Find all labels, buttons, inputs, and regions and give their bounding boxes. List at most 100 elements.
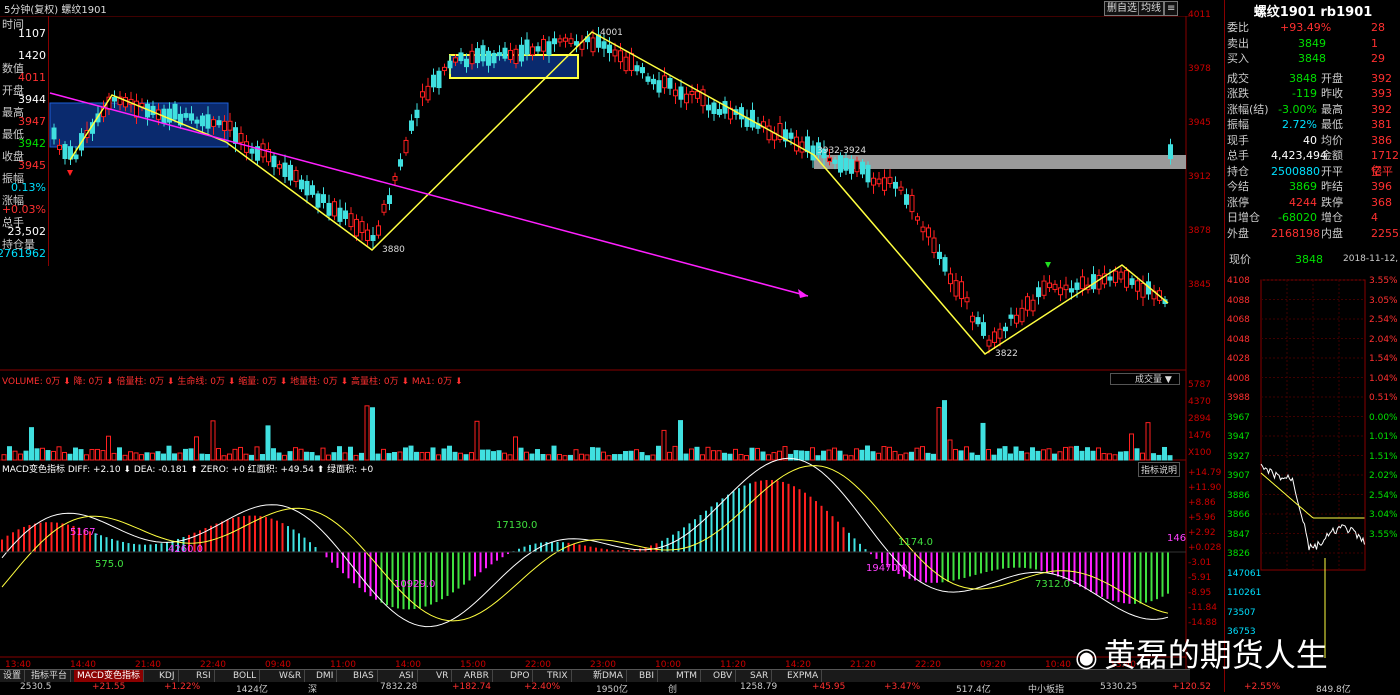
candle-body [513, 48, 519, 64]
volume-bar [1140, 452, 1145, 461]
indicator-tab[interactable]: RSI [193, 670, 215, 682]
indicator-tab[interactable]: 新DMA [590, 670, 627, 682]
volume-bar [188, 448, 194, 461]
volume-dropdown[interactable]: 成交量 ▼ [1110, 373, 1180, 385]
macd-diff-line [1, 457, 1169, 628]
volume-bar [320, 447, 326, 461]
volume-bar [194, 436, 199, 461]
candle-body [194, 119, 200, 124]
candle-body [563, 37, 568, 42]
status-item: +182.74 [452, 682, 492, 692]
volume-bar [359, 452, 364, 461]
candle-body [497, 52, 502, 57]
quote-value: -68020 [1278, 211, 1317, 224]
candle-body [442, 66, 447, 72]
indicator-tab[interactable]: BBI [636, 670, 659, 682]
mini-axis-left: 4008 [1227, 373, 1250, 384]
volume-bar [1024, 452, 1030, 461]
indicator-tab[interactable]: SAR [747, 670, 773, 682]
status-item: 5330.25 [1100, 682, 1138, 692]
candle-body [953, 280, 959, 297]
indicator-tab[interactable]: BIAS [350, 670, 378, 682]
volume-bar [238, 446, 243, 461]
indicator-tab[interactable]: ASI [396, 670, 418, 682]
candle-body [717, 109, 722, 115]
mini-axis-right: 3.05% [1369, 295, 1398, 306]
macd-area-label: 146 [1167, 533, 1186, 544]
indicator-tab[interactable]: ARBR [461, 670, 493, 682]
candle-body [722, 101, 728, 114]
mini-axis-left: 4048 [1227, 334, 1250, 345]
volume-bar [612, 454, 617, 461]
volume-dropdown-label: 成交量 [1135, 375, 1163, 385]
volume-bar [1052, 453, 1057, 461]
candle-body [211, 119, 216, 127]
candle-body [838, 155, 843, 173]
candle-body [986, 339, 992, 347]
candle-body [1019, 307, 1025, 323]
macd-tick: -5.91 [1188, 573, 1212, 583]
mini-axis-right: 3.04% [1369, 510, 1398, 520]
candle-body [403, 139, 409, 154]
quote-value: 3869 [1289, 180, 1317, 193]
indicator-tab[interactable]: MACD变色指标 [74, 670, 144, 682]
volume-bar [991, 454, 997, 461]
indicator-help-button[interactable]: 指标说明 [1138, 462, 1181, 477]
volume-bar [749, 447, 755, 461]
candle-body [909, 194, 915, 213]
indicator-tab[interactable]: OBV [710, 670, 737, 682]
indicator-tab[interactable]: MTM [673, 670, 702, 682]
indicator-tab[interactable]: EXPMA [784, 670, 823, 682]
quote-label: 现手 [1227, 133, 1249, 147]
candle-body [942, 257, 948, 272]
candle-body [464, 58, 469, 68]
indicator-tab[interactable]: BOLL [230, 670, 261, 682]
volume-bar [1101, 453, 1107, 461]
volume-bar [513, 436, 518, 461]
indicator-tab[interactable]: VR [433, 670, 453, 682]
quote-row: 买入 3848 29 [1225, 51, 1400, 66]
price-tick: 3978 [1188, 64, 1211, 74]
quote-row: 持仓 2500880 开平 空平 [1225, 164, 1400, 179]
candle-body [277, 164, 282, 169]
indicator-tab[interactable]: W&R [276, 670, 306, 682]
volume-bar [56, 446, 62, 461]
macd-tick: +2.92 [1188, 528, 1216, 538]
indicator-tab[interactable]: 指标平台 [28, 670, 72, 682]
quote-value2: 225529 [1371, 226, 1400, 240]
volume-bar [997, 448, 1002, 461]
volume-bar [832, 447, 837, 461]
mini-axis-left: 147061 [1227, 568, 1262, 579]
volume-bar [507, 454, 513, 461]
quote-label2: 最低 [1321, 118, 1343, 131]
mini-axis-right: 1.51% [1369, 451, 1398, 462]
volume-bar [480, 449, 485, 461]
indicator-tab[interactable]: DPO [507, 670, 534, 682]
volume-bar [788, 453, 793, 461]
volume-bar [892, 450, 898, 461]
mini-axis-right: 0.51% [1369, 393, 1398, 403]
kline-chart[interactable]: 4001 3880 3822 3932-3924 5167. 575.0 4260.… [0, 0, 1226, 692]
volume-bar [804, 450, 810, 461]
candle-body [574, 41, 579, 46]
status-item: 1950亿 [596, 685, 628, 695]
volume-bar [865, 445, 870, 461]
volume-bar [859, 449, 865, 461]
indicator-tab[interactable]: TRIX [544, 670, 572, 682]
status-item: 1258.79 [740, 682, 778, 692]
candle-body [57, 144, 62, 150]
volume-bar [375, 453, 381, 461]
volume-bar [419, 452, 425, 461]
volume-bar [980, 422, 986, 461]
indicator-tab[interactable]: KDJ [156, 670, 179, 682]
quote-label: 振幅 [1227, 118, 1249, 131]
volume-bar [898, 454, 903, 461]
candle-body [409, 120, 414, 131]
status-item: +1.22% [164, 682, 201, 692]
volume-bar [573, 449, 579, 461]
indicator-tab[interactable]: DMI [313, 670, 338, 682]
volume-bar [133, 452, 139, 461]
volume-bar [271, 448, 276, 461]
indicator-tab[interactable]: 设置 [0, 670, 26, 682]
candle-body [629, 53, 634, 71]
